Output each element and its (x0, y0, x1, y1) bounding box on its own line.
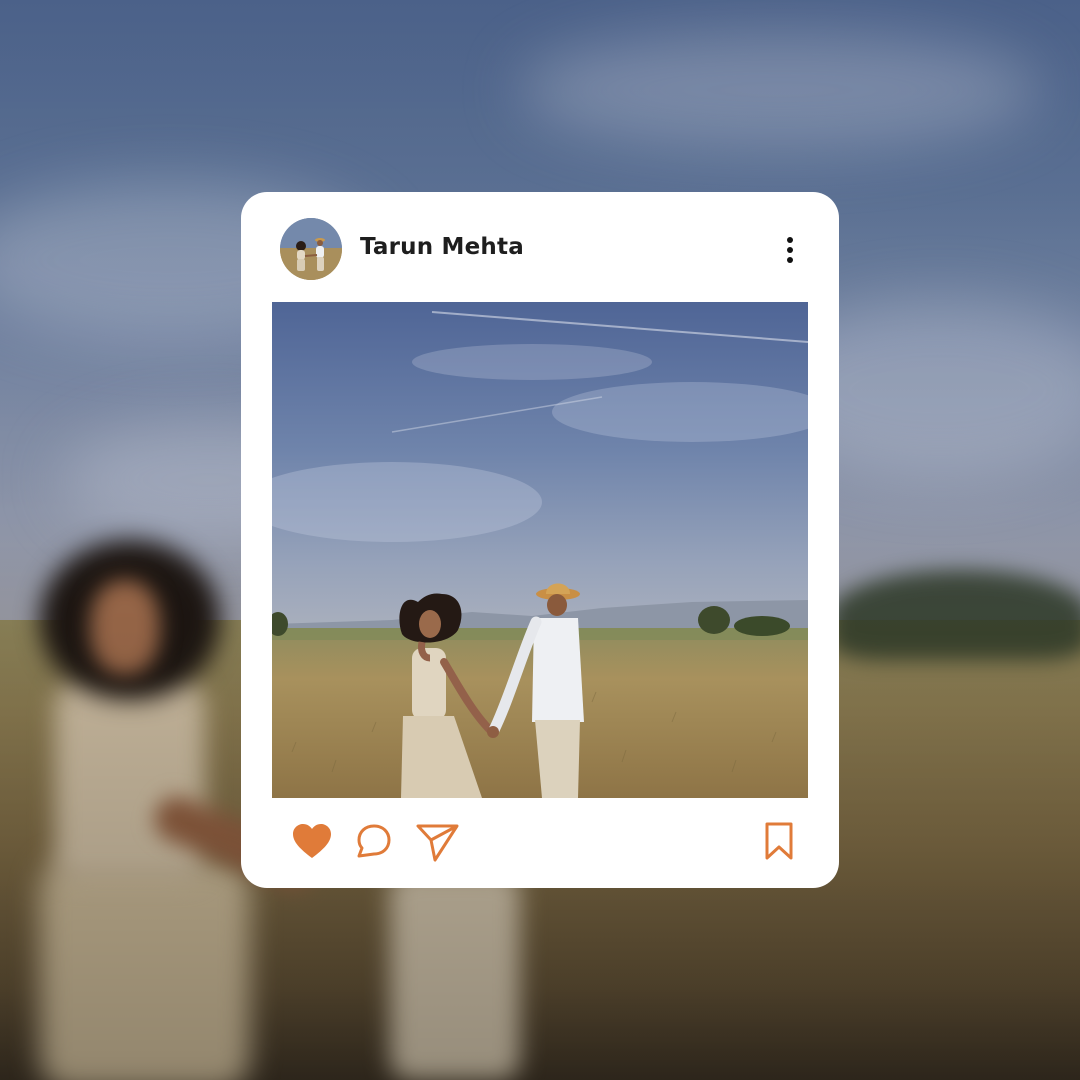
username[interactable]: Tarun Mehta (360, 234, 524, 260)
action-bar (241, 798, 839, 888)
post-card: Tarun Mehta (241, 192, 839, 888)
comment-icon[interactable] (353, 820, 397, 864)
post-header: Tarun Mehta (241, 192, 839, 302)
bookmark-icon[interactable] (758, 820, 802, 864)
avatar[interactable] (280, 218, 342, 280)
post-image[interactable] (272, 302, 808, 798)
heart-icon[interactable] (290, 820, 334, 864)
more-options-icon[interactable] (777, 232, 803, 268)
send-icon[interactable] (415, 820, 459, 864)
poster: Tarun Mehta (0, 0, 1080, 1080)
